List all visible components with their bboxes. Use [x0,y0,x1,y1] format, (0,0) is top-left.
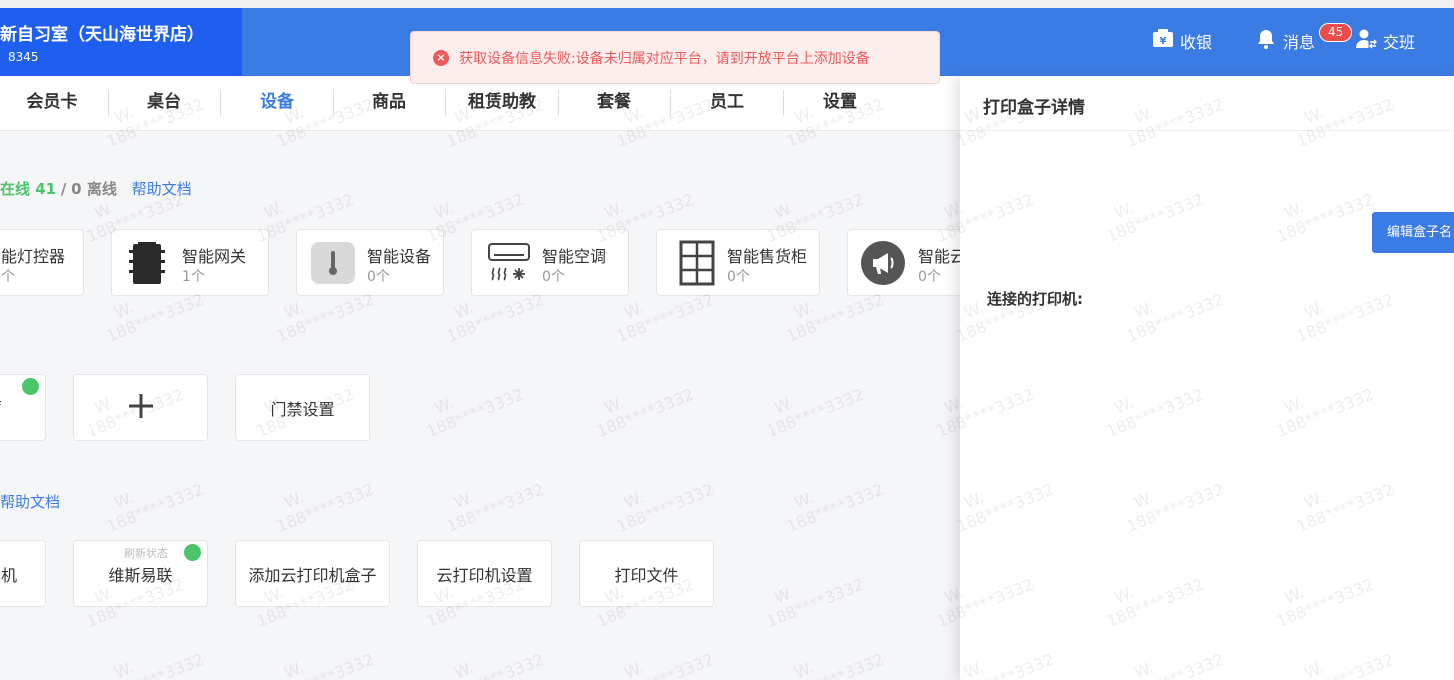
thermometer-icon [311,242,355,284]
printer-card-partial[interactable]: 机 [0,540,46,607]
top-strip [0,0,1454,8]
error-icon: × [433,49,449,66]
online-count: 在线 41 [0,180,57,198]
main-tabbar: 会员卡 桌台 设备 商品 租赁助教 套餐 员工 设置 [0,76,960,131]
watermark-text: W.188****3332 [783,479,887,536]
device-name: 智能售货柜 [727,247,808,266]
gateway-icon [124,240,170,286]
device-count: 0个 [367,269,390,285]
watermark-text: W.188****3332 [103,649,207,680]
device-count: 个 [1,269,15,285]
watermark-text: W.188****3332 [593,384,697,441]
bell-icon [1255,28,1277,54]
vending-cabinet-icon [675,240,721,286]
device-name: 智能网关 [182,247,247,266]
device-name: 智能设备 [367,247,432,266]
add-box-label: 添加云打印机盒子 [248,565,377,585]
add-cloud-printer-box-button[interactable]: 添加云打印机盒子 [235,540,390,607]
shift-button[interactable]: 交班 [1355,28,1415,54]
cloud-settings-label: 云打印机设置 [436,565,533,585]
access-device-label: f [0,398,1,417]
tab-settings[interactable]: 设置 [784,76,896,131]
watermark-text: W.188****3332 [103,479,207,536]
air-conditioner-icon [486,240,532,286]
cashier-icon: ¥ [1152,28,1174,54]
error-message: 获取设备信息失败:设备未归属对应平台，请到开放平台上添加设备 [459,50,870,67]
cloud-printer-settings-button[interactable]: 云打印机设置 [417,540,552,607]
tab-staff[interactable]: 员工 [671,76,783,131]
cashier-button[interactable]: ¥ 收银 [1152,28,1212,54]
watermark-text: W.188****3332 [443,649,547,680]
watermark-text: W.188****3332 [763,384,867,441]
watermark-text: W.188****3332 [783,649,887,680]
error-toast: × 获取设备信息失败:设备未归属对应平台，请到开放平台上添加设备 [410,31,940,84]
watermark-text: W.188****3332 [613,649,717,680]
add-device-button[interactable] [73,374,208,441]
device-card-smart-device[interactable]: 智能设备 0个 [296,229,444,296]
plus-icon [127,392,155,424]
device-name: 智能云 [918,247,967,266]
watermark-text: W.188****3332 [423,384,527,441]
door-settings-button[interactable]: 门禁设置 [235,374,370,441]
watermark-text: W.188****3332 [763,574,867,631]
megaphone-icon [860,240,906,286]
watermark-text: W.188****3332 [273,479,377,536]
device-card-light-controller[interactable]: 能灯控器 个 [0,229,84,296]
refresh-status-link[interactable]: 刷新状态 [124,545,168,561]
device-name: 智能空调 [542,247,607,266]
drawer-header: 打印盒子详情 [960,76,1454,131]
tab-tables[interactable]: 桌台 [108,76,220,131]
weisi-label: 维斯易联 [108,565,173,585]
device-status-line: 在线 41 / 0 离线 帮助文档 [0,178,192,199]
online-status-dot [184,544,201,561]
printer-card-label: 机 [1,565,18,585]
tab-goods[interactable]: 商品 [333,76,445,131]
device-count: 0个 [542,269,565,285]
tab-packages[interactable]: 套餐 [558,76,670,131]
offline-count: 0 离线 [71,180,117,198]
messages-badge: 45 [1319,23,1353,42]
store-brand[interactable]: 新自习室（天山海世界店） 8345 [0,8,242,76]
tab-devices[interactable]: 设备 [221,76,333,131]
print-box-detail-drawer: 打印盒子详情 编辑盒子名 连接的打印机: [960,76,1454,680]
cashier-label: 收银 [1180,33,1213,52]
store-name: 新自习室（天山海世界店） [0,25,204,45]
store-id: 8345 [8,50,39,64]
shift-label: 交班 [1383,33,1416,52]
connected-printers-label: 连接的打印机: [987,290,1083,308]
watermark-text: W.188****3332 [273,649,377,680]
status-separator: / [60,180,67,198]
device-card-gateway[interactable]: 智能网关 1个 [111,229,269,296]
print-file-label: 打印文件 [614,565,679,585]
device-card-vending-cabinet[interactable]: 智能售货柜 0个 [656,229,820,296]
online-status-dot [22,378,39,395]
user-swap-icon [1355,28,1378,54]
messages-label: 消息 [1283,33,1316,52]
device-card-cloud-speaker[interactable]: 智能云 0个 [847,229,977,296]
device-count: 0个 [727,269,750,285]
door-settings-label: 门禁设置 [270,399,335,419]
help-doc-link[interactable]: 帮助文档 [132,180,192,198]
watermark-text: W.188****3332 [443,479,547,536]
edit-box-name-button[interactable]: 编辑盒子名 [1372,212,1454,253]
help-doc-link-2[interactable]: 帮助文档 [0,491,60,512]
device-count: 0个 [918,269,941,285]
device-count: 1个 [182,269,205,285]
watermark-text: W.188****3332 [613,479,717,536]
tab-rental-assist[interactable]: 租赁助教 [446,76,558,131]
device-name: 能灯控器 [1,247,66,266]
tab-member-card[interactable]: 会员卡 [0,76,108,131]
svg-text:¥: ¥ [1160,36,1167,47]
device-card-air-conditioner[interactable]: 智能空调 0个 [471,229,629,296]
drawer-title: 打印盒子详情 [983,98,1085,118]
messages-button[interactable]: 消息 [1255,28,1315,54]
print-file-button[interactable]: 打印文件 [579,540,714,607]
